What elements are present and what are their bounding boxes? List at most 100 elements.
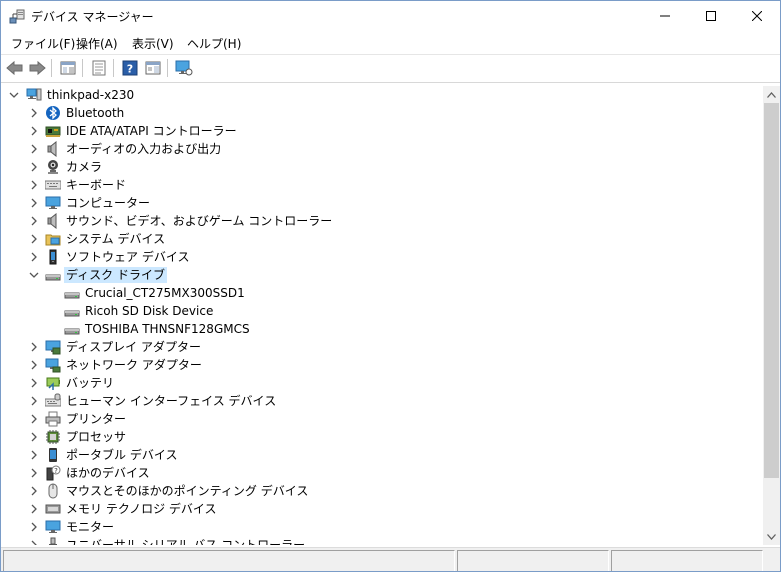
chevron-right-icon[interactable] <box>28 395 40 407</box>
chevron-right-icon[interactable] <box>28 449 40 461</box>
mouse-icon <box>45 483 61 499</box>
hid-icon <box>44 393 62 409</box>
tree-item-label: ネットワーク アダプター <box>66 358 202 372</box>
tree-category-item[interactable]: カメラ <box>1 158 741 176</box>
properties-button[interactable] <box>88 57 110 79</box>
chevron-right-icon[interactable] <box>28 197 40 209</box>
tree-root-item[interactable]: thinkpad-x230 <box>1 86 741 104</box>
chevron-right-icon[interactable] <box>28 251 40 263</box>
tree-category-item[interactable]: ディスク ドライブ <box>1 266 741 284</box>
chevron-right-icon[interactable] <box>28 413 40 425</box>
tree-device-item[interactable]: Crucial_CT275MX300SSD1 <box>1 284 741 302</box>
tree-category-item[interactable]: プリンター <box>1 410 741 428</box>
scroll-down-button[interactable] <box>763 528 780 545</box>
tree-item-label: TOSHIBA THNSNF128GMCS <box>85 322 250 336</box>
chevron-right-icon[interactable] <box>28 359 40 371</box>
scroll-up-button[interactable] <box>763 86 780 103</box>
toolbar-separator <box>51 59 52 77</box>
forward-arrow-icon <box>29 60 46 76</box>
battery-icon <box>45 375 61 391</box>
tree-category-item[interactable]: コンピューター <box>1 194 741 212</box>
disk-drive-icon <box>64 285 80 301</box>
minimize-icon <box>660 15 670 17</box>
device-tree[interactable]: thinkpad-x230 Bluetooth IDE ATA/ATAPI コントロ… <box>1 86 763 545</box>
close-button[interactable] <box>734 1 780 31</box>
tree-category-item[interactable]: ソフトウェア デバイス <box>1 248 741 266</box>
chevron-right-icon[interactable] <box>28 521 40 533</box>
toolbar-separator <box>82 59 83 77</box>
tree-category-item[interactable]: ディスプレイ アダプター <box>1 338 741 356</box>
monitor-icon <box>45 519 61 535</box>
chevron-right-icon[interactable] <box>28 233 40 245</box>
menu-file[interactable]: ファイル(F) <box>11 35 75 52</box>
disk-drive-icon <box>64 321 80 337</box>
chevron-right-icon[interactable] <box>28 161 40 173</box>
camera-icon <box>45 159 61 175</box>
tree-category-item[interactable]: ポータブル デバイス <box>1 446 741 464</box>
chevron-right-icon[interactable] <box>28 143 40 155</box>
device-manager-app-icon <box>9 9 25 24</box>
properties-icon <box>92 60 106 76</box>
chevron-right-icon[interactable] <box>28 377 40 389</box>
tree-category-item[interactable]: ヒューマン インターフェイス デバイス <box>1 392 741 410</box>
tree-device-item[interactable]: TOSHIBA THNSNF128GMCS <box>1 320 741 338</box>
show-hide-console-tree-button[interactable] <box>57 57 79 79</box>
disk-drive-icon <box>45 267 61 283</box>
tree-category-item[interactable]: Bluetooth <box>1 104 741 122</box>
chevron-right-icon[interactable] <box>28 341 40 353</box>
tree-item-label: カメラ <box>66 160 103 174</box>
chevron-right-icon[interactable] <box>28 179 40 191</box>
tree-category-item[interactable]: ユニバーサル シリアル バス コントローラー <box>1 536 741 545</box>
minimize-button[interactable] <box>642 1 688 31</box>
computer-icon <box>26 87 42 103</box>
chevron-down-icon[interactable] <box>8 89 20 101</box>
action-pane-button[interactable] <box>142 57 164 79</box>
chevron-right-icon[interactable] <box>28 503 40 515</box>
tree-device-item[interactable]: Ricoh SD Disk Device <box>1 302 741 320</box>
status-cell <box>611 550 763 571</box>
tree-category-item[interactable]: キーボード <box>1 176 741 194</box>
tree-item-label: ソフトウェア デバイス <box>66 250 190 264</box>
title-bar[interactable]: デバイス マネージャー <box>1 1 780 31</box>
help-button[interactable]: ? <box>119 57 141 79</box>
status-cell <box>457 550 609 571</box>
chevron-down-icon[interactable] <box>28 269 40 281</box>
speaker-icon <box>45 140 61 158</box>
scan-monitor-icon <box>175 60 193 76</box>
tree-category-item[interactable]: マウスとそのほかのポインティング デバイス <box>1 482 741 500</box>
tree-item-label: キーボード <box>66 178 127 192</box>
tree-item-label: メモリ テクノロジ デバイス <box>66 502 217 516</box>
tree-category-item[interactable]: サウンド、ビデオ、およびゲーム コントローラー <box>1 212 741 230</box>
chevron-right-icon[interactable] <box>28 467 40 479</box>
tree-category-item[interactable]: ネットワーク アダプター <box>1 356 741 374</box>
tree-category-item[interactable]: バッテリ <box>1 374 741 392</box>
tree-category-item[interactable]: メモリ テクノロジ デバイス <box>1 500 741 518</box>
chevron-right-icon[interactable] <box>28 125 40 137</box>
tree-category-item[interactable]: ? ほかのデバイス <box>1 464 741 482</box>
tree-category-item[interactable]: システム デバイス <box>1 230 741 248</box>
chevron-right-icon[interactable] <box>28 431 40 443</box>
disk-drive-icon <box>64 303 80 319</box>
maximize-button[interactable] <box>688 1 734 31</box>
menu-view[interactable]: 表示(V) <box>132 35 174 52</box>
window-title: デバイス マネージャー <box>31 10 154 24</box>
monitor-icon <box>45 195 61 211</box>
tree-category-item[interactable]: プロセッサ <box>1 428 741 446</box>
chevron-right-icon[interactable] <box>28 107 40 119</box>
tree-item-label: ポータブル デバイス <box>66 448 178 462</box>
forward-button[interactable] <box>26 57 48 79</box>
scan-hardware-changes-button[interactable] <box>173 57 195 79</box>
chevron-right-icon[interactable] <box>28 215 40 227</box>
menu-help[interactable]: ヘルプ(H) <box>187 35 241 52</box>
tree-item-label: Bluetooth <box>66 106 125 120</box>
vertical-scrollbar[interactable] <box>763 86 780 545</box>
tree-category-item[interactable]: IDE ATA/ATAPI コントローラー <box>1 122 741 140</box>
tree-category-item[interactable]: オーディオの入力および出力 <box>1 140 741 158</box>
scrollbar-thumb[interactable] <box>764 103 779 478</box>
back-button[interactable] <box>4 57 26 79</box>
tree-category-item[interactable]: モニター <box>1 518 741 536</box>
chevron-right-icon[interactable] <box>28 539 40 545</box>
chevron-right-icon[interactable] <box>28 485 40 497</box>
menu-action[interactable]: 操作(A) <box>76 35 118 52</box>
usb-icon <box>45 537 61 545</box>
